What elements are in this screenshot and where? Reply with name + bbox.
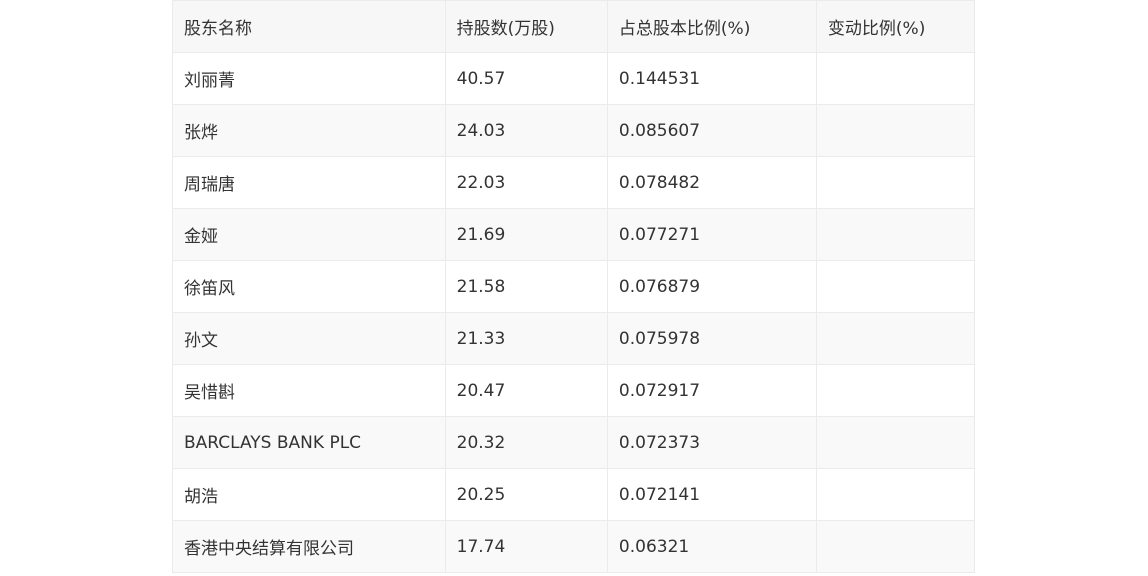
cell-change-ratio <box>815 312 976 365</box>
cell-change-ratio <box>815 52 976 105</box>
cell-shareholder-name: 吴惜斟 <box>172 364 446 417</box>
cell-change-ratio <box>815 416 976 469</box>
cell-shareholder-name: 胡浩 <box>172 468 446 521</box>
header-share-ratio: 占总股本比例(%) <box>606 0 817 53</box>
cell-share-ratio: 0.075978 <box>606 312 817 365</box>
cell-shareholder-name: 刘丽菁 <box>172 52 446 105</box>
table-row: 刘丽菁 40.57 0.144531 <box>172 52 976 105</box>
cell-change-ratio <box>815 468 976 521</box>
cell-share-ratio: 0.077271 <box>606 208 817 261</box>
table-row: 周瑞唐 22.03 0.078482 <box>172 156 976 209</box>
cell-share-ratio: 0.085607 <box>606 104 817 157</box>
cell-shares-held: 20.47 <box>444 364 608 417</box>
table-row: 香港中央结算有限公司 17.74 0.06321 <box>172 520 976 573</box>
header-change-ratio: 变动比例(%) <box>815 0 976 53</box>
cell-shareholder-name: 徐笛风 <box>172 260 446 313</box>
cell-change-ratio <box>815 364 976 417</box>
cell-shares-held: 20.25 <box>444 468 608 521</box>
cell-shares-held: 24.03 <box>444 104 608 157</box>
cell-share-ratio: 0.072917 <box>606 364 817 417</box>
header-shareholder-name: 股东名称 <box>172 0 446 53</box>
table-row: 吴惜斟 20.47 0.072917 <box>172 364 976 417</box>
cell-share-ratio: 0.078482 <box>606 156 817 209</box>
cell-change-ratio <box>815 104 976 157</box>
cell-change-ratio <box>815 156 976 209</box>
cell-change-ratio <box>815 208 976 261</box>
cell-shares-held: 22.03 <box>444 156 608 209</box>
cell-share-ratio: 0.072373 <box>606 416 817 469</box>
cell-shares-held: 21.69 <box>444 208 608 261</box>
cell-share-ratio: 0.076879 <box>606 260 817 313</box>
cell-share-ratio: 0.06321 <box>606 520 817 573</box>
table-row: 张烨 24.03 0.085607 <box>172 104 976 157</box>
cell-shareholder-name: 香港中央结算有限公司 <box>172 520 446 573</box>
table-row: 胡浩 20.25 0.072141 <box>172 468 976 521</box>
cell-change-ratio <box>815 260 976 313</box>
cell-shareholder-name: 张烨 <box>172 104 446 157</box>
header-shares-held: 持股数(万股) <box>444 0 608 53</box>
cell-shares-held: 21.33 <box>444 312 608 365</box>
cell-shares-held: 20.32 <box>444 416 608 469</box>
table-header-row: 股东名称 持股数(万股) 占总股本比例(%) 变动比例(%) <box>172 0 976 53</box>
table-row: 徐笛风 21.58 0.076879 <box>172 260 976 313</box>
cell-shares-held: 21.58 <box>444 260 608 313</box>
cell-share-ratio: 0.144531 <box>606 52 817 105</box>
cell-shareholder-name: 孙文 <box>172 312 446 365</box>
cell-shares-held: 40.57 <box>444 52 608 105</box>
cell-share-ratio: 0.072141 <box>606 468 817 521</box>
cell-change-ratio <box>815 520 976 573</box>
table-row: 金娅 21.69 0.077271 <box>172 208 976 261</box>
shareholders-table: 股东名称 持股数(万股) 占总股本比例(%) 变动比例(%) 刘丽菁 40.57… <box>172 0 976 573</box>
cell-shares-held: 17.74 <box>444 520 608 573</box>
cell-shareholder-name: 金娅 <box>172 208 446 261</box>
cell-shareholder-name: 周瑞唐 <box>172 156 446 209</box>
table-row: BARCLAYS BANK PLC 20.32 0.072373 <box>172 416 976 469</box>
cell-shareholder-name: BARCLAYS BANK PLC <box>172 416 446 469</box>
table-row: 孙文 21.33 0.075978 <box>172 312 976 365</box>
